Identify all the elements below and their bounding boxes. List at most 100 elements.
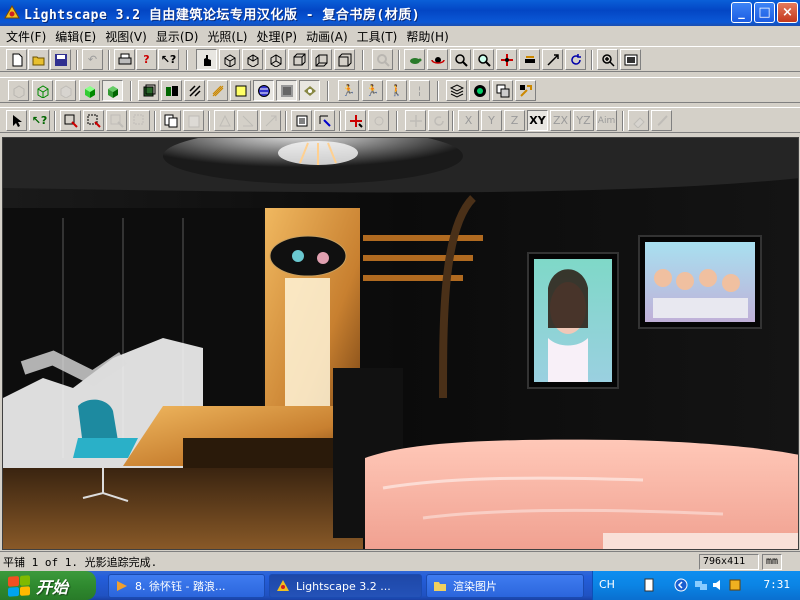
cube-view-2-button[interactable] (242, 49, 263, 70)
gradient-display-button[interactable] (276, 80, 297, 101)
globe-display-button[interactable] (253, 80, 274, 101)
axis-y-button[interactable]: Y (481, 110, 502, 131)
pan-button[interactable] (496, 49, 517, 70)
yellow-display-button[interactable] (230, 80, 251, 101)
tool-settings-button[interactable] (515, 80, 536, 101)
print-button[interactable] (114, 49, 135, 70)
surfaces-button[interactable] (184, 80, 205, 101)
solid-button[interactable] (79, 80, 100, 101)
dolly-button[interactable] (519, 49, 540, 70)
paste-button[interactable] (183, 110, 204, 131)
copy-button[interactable] (160, 110, 181, 131)
image-process-button[interactable] (492, 80, 513, 101)
taskbar-item-folder[interactable]: 渲染图片 (426, 574, 584, 598)
cube-view-4-button[interactable] (288, 49, 309, 70)
cube-view-6-button[interactable] (334, 49, 355, 70)
axis-x-button[interactable]: X (458, 110, 479, 131)
menu-tools[interactable]: 工具(T) (355, 28, 405, 45)
animate-person-1-button[interactable]: 🏃 (338, 80, 359, 101)
title-bar[interactable]: Lightscape 3.2 自由建筑论坛专用汉化版 - 复合书房(材质) _ … (0, 0, 800, 26)
deselect-cross-button[interactable] (129, 110, 150, 131)
plane-xy-button[interactable]: XY (527, 110, 548, 131)
undo-button[interactable]: ↶ (82, 49, 103, 70)
menu-process[interactable]: 处理(P) (254, 28, 304, 45)
mesh-button[interactable] (207, 80, 228, 101)
animate-person-2-button[interactable]: 🏃 (362, 80, 383, 101)
orbit-object-button[interactable] (405, 110, 426, 131)
menu-light[interactable]: 光照(L) (205, 28, 254, 45)
minimize-button[interactable]: _ (731, 2, 752, 23)
menu-display[interactable]: 显示(D) (154, 28, 206, 45)
fly-button[interactable] (542, 49, 563, 70)
volume-icon[interactable] (710, 577, 725, 592)
copy-icon (164, 114, 177, 127)
zoom-window-button[interactable] (597, 49, 618, 70)
texture-button[interactable] (102, 80, 123, 101)
menu-animation[interactable]: 动画(A) (304, 28, 355, 45)
select-cross-button[interactable] (83, 110, 104, 131)
network-icon[interactable] (693, 577, 708, 592)
eraser-button[interactable] (628, 110, 649, 131)
animate-path-button[interactable]: ¦ (409, 80, 430, 101)
aim-button[interactable]: Aim (596, 110, 617, 131)
open-button[interactable] (28, 49, 49, 70)
menu-edit[interactable]: 编辑(E) (53, 28, 103, 45)
blocks-button[interactable] (161, 80, 182, 101)
select-arrow-button[interactable] (6, 110, 27, 131)
zoom-button[interactable] (473, 49, 494, 70)
select-window-button[interactable] (60, 110, 81, 131)
surface-edit-2-button[interactable] (237, 110, 258, 131)
spin-object-button[interactable] (428, 110, 449, 131)
raytrace-button[interactable] (469, 80, 490, 101)
cube-view-3-button[interactable] (265, 49, 286, 70)
surface-edit-1-button[interactable] (214, 110, 235, 131)
material-pick-button[interactable] (314, 110, 335, 131)
plane-yz-button[interactable]: YZ (573, 110, 594, 131)
deselect-window-button[interactable] (106, 110, 127, 131)
rotate-icon (570, 53, 581, 65)
hidden-line-button[interactable] (55, 80, 76, 101)
select-view-button[interactable] (196, 49, 217, 70)
menu-view[interactable]: 视图(V) (103, 28, 154, 45)
outline-button[interactable] (32, 80, 53, 101)
ime-icon[interactable] (641, 577, 656, 592)
close-button[interactable]: × (777, 2, 798, 23)
rotate-object-button[interactable] (368, 110, 389, 131)
zoom-extents-button[interactable] (372, 49, 393, 70)
render-window-button[interactable] (620, 49, 641, 70)
save-button[interactable] (50, 49, 71, 70)
surface-edit-3-button[interactable] (260, 110, 281, 131)
taskbar-item-music[interactable]: 8. 徐怀钰 - 踏浪... (108, 574, 265, 598)
cube-view-1-button[interactable] (219, 49, 240, 70)
image-process-icon (496, 84, 509, 97)
wireframe-button[interactable] (8, 80, 29, 101)
taskbar-item-lightscape[interactable]: Lightscape 3.2 ... (269, 574, 422, 598)
context-help-button[interactable]: ↖? (158, 49, 179, 70)
axis-z-button[interactable]: Z (504, 110, 525, 131)
menu-help[interactable]: 帮助(H) (404, 28, 455, 45)
new-button[interactable] (6, 49, 27, 70)
move-button[interactable] (345, 110, 366, 131)
input-language[interactable]: CH (599, 578, 615, 591)
render-viewport[interactable] (2, 137, 799, 550)
properties-button[interactable] (291, 110, 312, 131)
maximize-button[interactable]: □ (754, 2, 775, 23)
plane-zx-button[interactable]: ZX (550, 110, 571, 131)
tray-expand-icon[interactable] (673, 577, 688, 592)
zoom-in-button[interactable] (450, 49, 471, 70)
rotate-view-button[interactable] (565, 49, 586, 70)
menu-file[interactable]: 文件(F) (4, 28, 53, 45)
help-button[interactable]: ? (136, 49, 157, 70)
brush-button[interactable] (651, 110, 672, 131)
animate-person-3-button[interactable]: 🚶 (386, 80, 407, 101)
orbit-button[interactable] (427, 49, 448, 70)
render-display-button[interactable] (299, 80, 320, 101)
clock[interactable]: 7:31 (764, 578, 791, 591)
walk-button[interactable] (404, 49, 425, 70)
layers-button[interactable] (138, 80, 159, 101)
select-query-button[interactable]: ↖? (29, 110, 50, 131)
batch-button[interactable] (446, 80, 467, 101)
start-button[interactable]: 开始 (0, 571, 96, 600)
antivirus-icon[interactable] (727, 577, 742, 592)
cube-view-5-button[interactable] (311, 49, 332, 70)
